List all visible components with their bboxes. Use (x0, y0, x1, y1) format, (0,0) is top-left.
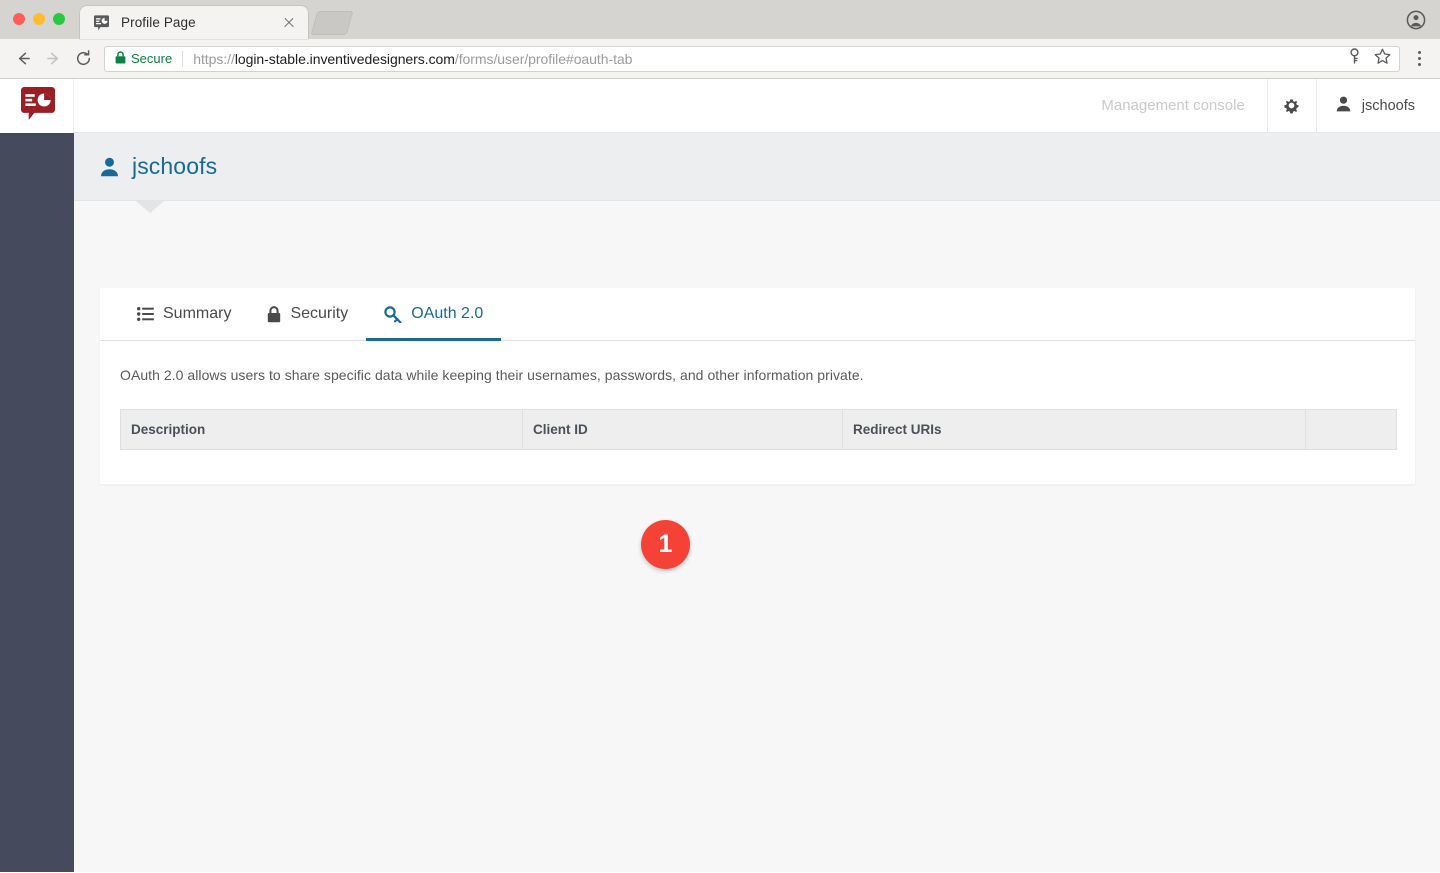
browser-tab[interactable]: Profile Page (80, 6, 308, 39)
sidebar (0, 133, 74, 872)
tab-oauth-label: OAuth 2.0 (411, 305, 484, 322)
browser-window: Profile Page Secure https://login-stable… (0, 0, 1440, 873)
column-header-description[interactable]: Description (120, 409, 523, 450)
tab-oauth[interactable]: OAuth 2.0 (366, 288, 502, 341)
minimize-window-button[interactable] (33, 13, 45, 25)
list-icon (137, 307, 154, 321)
tab-summary-label: Summary (163, 305, 232, 322)
user-menu[interactable]: jschoofs (1317, 79, 1440, 133)
browser-toolbar: Secure https://login-stable.inventivedes… (0, 39, 1440, 79)
page-header-notch (136, 201, 164, 213)
maximize-window-button[interactable] (53, 13, 65, 25)
window-controls (13, 13, 65, 25)
user-icon (100, 157, 119, 177)
table-header-row: Description Client ID Redirect URIs (120, 409, 1397, 450)
column-header-redirect-uris[interactable]: Redirect URIs (842, 409, 1306, 450)
forward-arrow-icon (38, 44, 68, 74)
profile-tabs: Summary Security OAuth 2.0 (100, 288, 1415, 341)
oauth-card: Summary Security OAuth 2.0 OAuth 2.0 all… (100, 288, 1415, 484)
app-topbar: Management console jschoofs (74, 79, 1440, 133)
tab-security-label: Security (290, 305, 349, 322)
tab-summary[interactable]: Summary (119, 288, 249, 340)
lock-icon (267, 305, 281, 323)
close-window-button[interactable] (13, 13, 25, 25)
key-icon (384, 305, 402, 323)
security-status-label: Secure (131, 51, 173, 66)
url-host: login-stable.inventivedesigners.com (234, 50, 455, 67)
management-console-link[interactable]: Management console (1079, 97, 1266, 114)
account-circle-icon[interactable] (1406, 10, 1426, 30)
tab-security[interactable]: Security (249, 288, 366, 340)
url-path: /forms/user/profile#oauth-tab (454, 50, 633, 67)
app-logo[interactable] (0, 79, 74, 133)
omnibox-divider (182, 50, 184, 67)
star-icon[interactable] (1374, 48, 1391, 70)
back-arrow-icon[interactable] (8, 44, 38, 74)
browser-tabstrip: Profile Page (0, 0, 1440, 39)
address-bar[interactable]: Secure https://login-stable.inventivedes… (104, 45, 1400, 72)
step-marker-1: 1 (641, 520, 690, 569)
key-icon[interactable] (1347, 48, 1362, 69)
inventive-designers-logo-icon (19, 87, 55, 125)
kebab-menu-icon[interactable] (1408, 46, 1430, 72)
column-header-actions (1305, 409, 1397, 450)
user-menu-label: jschoofs (1361, 97, 1415, 114)
url-scheme: https:// (193, 50, 235, 67)
lock-icon (115, 50, 126, 67)
security-status[interactable]: Secure (115, 50, 173, 67)
application-viewport: Management console jschoofs jschoofs Sum… (0, 79, 1440, 872)
app-logo-icon (93, 14, 110, 31)
page-header: jschoofs (74, 133, 1440, 201)
new-tab-button[interactable] (310, 11, 354, 35)
oauth-panel: OAuth 2.0 allows users to share specific… (100, 341, 1415, 450)
table-header: Description Client ID Redirect URIs (120, 409, 1397, 450)
oauth-clients-table: Description Client ID Redirect URIs (120, 409, 1397, 450)
close-icon[interactable] (281, 15, 297, 31)
step-marker-label: 1 (658, 530, 673, 558)
gear-icon[interactable] (1268, 79, 1316, 133)
browser-tab-title: Profile Page (121, 15, 196, 30)
reload-icon[interactable] (68, 44, 98, 74)
page-title: jschoofs (132, 153, 218, 179)
url-text: https://login-stable.inventivedesigners.… (193, 51, 1339, 67)
oauth-description: OAuth 2.0 allows users to share specific… (120, 367, 864, 383)
column-header-client-id[interactable]: Client ID (522, 409, 843, 450)
user-icon (1336, 96, 1351, 116)
